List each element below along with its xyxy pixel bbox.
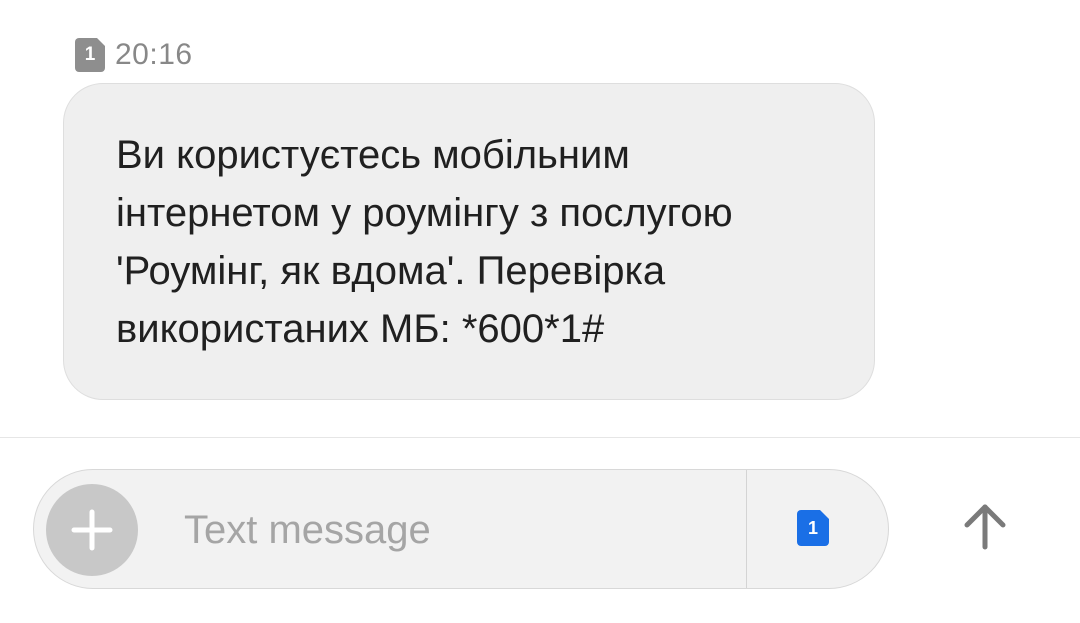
sim-number: 1 [84,44,96,65]
message-meta: 1 20:16 [75,38,193,72]
sim-card-icon: 1 [797,510,829,546]
message-text: Ви користуєтесь мобільним інтернетом у р… [116,133,733,351]
add-attachment-button[interactable] [46,484,138,576]
sim-select-number: 1 [807,517,818,538]
conversation-screen: 1 20:16 Ви користуєтесь мобільним інтерн… [0,0,1080,623]
message-bubble[interactable]: Ви користуєтесь мобільним інтернетом у р… [63,83,875,400]
arrow-up-icon [964,504,1006,550]
message-composer: 1 [33,469,889,589]
sim-select-button[interactable]: 1 [747,470,888,588]
sim-card-icon: 1 [75,38,105,72]
composer-divider-line [0,437,1080,438]
text-message-input[interactable] [174,500,754,560]
message-time: 20:16 [115,38,193,71]
plus-icon [71,509,113,551]
send-button[interactable] [945,489,1025,569]
